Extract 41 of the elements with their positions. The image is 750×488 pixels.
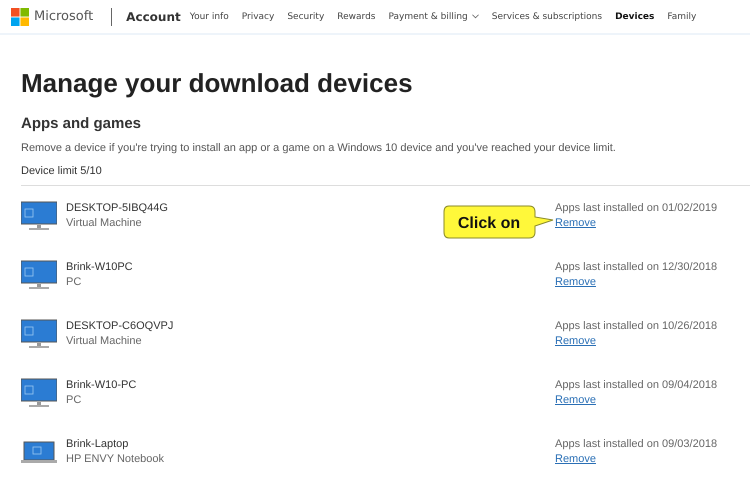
device-name: Brink-W10PC (66, 261, 133, 273)
nav-link[interactable]: Your info (190, 12, 229, 22)
remove-link[interactable]: Remove (555, 453, 596, 465)
device-name: Brink-W10-PC (66, 379, 136, 391)
monitor-icon (21, 200, 57, 230)
install-date: Apps last installed on 09/03/2018 (555, 438, 718, 450)
device-name: DESKTOP-C6OQVPJ (66, 320, 174, 332)
nav-link[interactable]: Payment & billing (388, 12, 479, 22)
nav-link[interactable]: Privacy (242, 12, 274, 22)
nav-link[interactable]: Family (667, 12, 696, 22)
section-heading: Apps and games (21, 115, 142, 132)
remove-link[interactable]: Remove (555, 217, 596, 229)
section-title: Account (126, 10, 181, 24)
device-type: PC (66, 394, 82, 406)
callout-bubble: Click on (443, 204, 555, 240)
install-date: Apps last installed on 10/26/2018 (555, 320, 718, 332)
monitor-icon (21, 260, 57, 290)
nav-link[interactable]: Services & subscriptions (492, 12, 602, 22)
device-name: DESKTOP-5IBQ44G (66, 202, 168, 214)
brand-name: Microsoft (34, 9, 94, 24)
chevron-icon (472, 14, 479, 19)
monitor-icon (21, 378, 57, 408)
logo-icon (11, 8, 29, 26)
nav-link[interactable]: Rewards (337, 12, 376, 22)
device-name: Brink-Laptop (66, 438, 128, 450)
remove-link[interactable]: Remove (555, 335, 596, 347)
page-title: Manage your download devices (21, 68, 414, 99)
nav-link[interactable]: Security (287, 12, 324, 22)
remove-link[interactable]: Remove (555, 394, 596, 406)
install-date: Apps last installed on 12/30/2018 (555, 261, 718, 273)
remove-link[interactable]: Remove (555, 276, 596, 288)
device-limit: Device limit 5/10 (21, 165, 750, 186)
device-type: Virtual Machine (66, 335, 142, 347)
nav-link[interactable]: Devices (615, 12, 654, 22)
device-type: Virtual Machine (66, 217, 142, 229)
monitor-icon (21, 318, 57, 348)
install-date: Apps last installed on 09/04/2018 (555, 379, 718, 391)
install-date: Apps last installed on 01/02/2019 (555, 202, 718, 214)
device-type: PC (66, 276, 82, 288)
device-type: HP ENVY Notebook (66, 453, 164, 465)
description-text: Remove a device if you're trying to install an app or a game on a Windows 10 device and you've reached your device limit. (21, 142, 617, 154)
